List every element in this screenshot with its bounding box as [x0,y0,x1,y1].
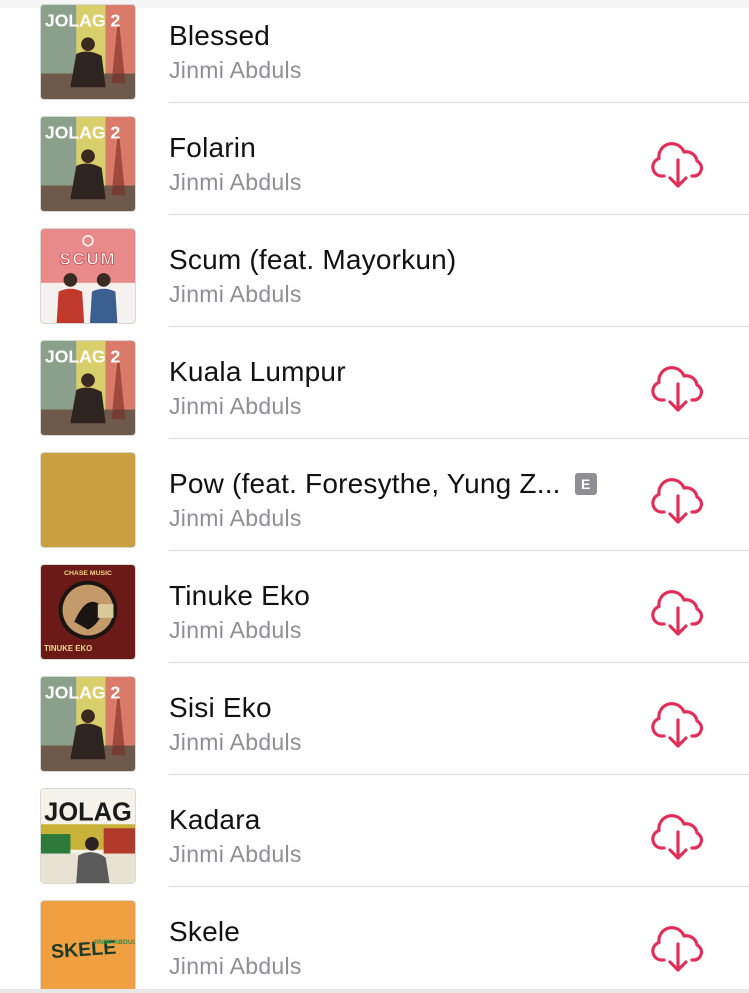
cloud-download-icon [651,590,704,636]
song-row[interactable]: JOLAG 2 Blessed Jinmi Abduls [0,0,749,103]
album-artwork[interactable]: JOLAG [40,788,136,884]
download-button[interactable] [650,812,706,862]
song-title-line: Scum (feat. Mayorkun) [169,243,456,277]
album-art-label: JOLAG 2 [45,347,121,367]
song-title: Pow (feat. Foresythe, Yung Z... [169,468,561,499]
album-art-label: JOLAG 2 [45,683,121,703]
download-button[interactable] [650,364,706,414]
song-title: Kuala Lumpur [169,356,346,387]
song-artist: Jinmi Abduls [169,169,302,195]
song-row[interactable]: JOLAG 2 Folarin Jinmi Abduls [0,103,749,215]
album-art-gold [41,453,135,547]
song-artist: Jinmi Abduls [169,841,302,867]
song-artist: Jinmi Abduls [169,953,302,979]
song-row[interactable]: Pow (feat. Foresythe, Yung Z... E Jinmi … [0,439,749,551]
cloud-download-icon [651,702,704,748]
song-title: Sisi Eko [169,692,272,723]
album-artwork[interactable]: CHASE MUSIC TINUKE EKO [40,564,136,660]
cloud-download-icon [651,478,704,524]
album-art-jolag-2: JOLAG 2 [41,5,135,99]
song-title-line: Pow (feat. Foresythe, Yung Z... E [169,467,597,501]
album-art-label: JOLAG [44,798,132,826]
song-title: Blessed [169,20,271,51]
album-art-scum: SCUM [41,229,135,323]
song-title: Scum (feat. Mayorkun) [169,244,457,275]
album-artwork[interactable]: JOLAG 2 [40,676,136,772]
album-art-jolag: JOLAG [41,789,135,883]
album-artwork[interactable]: JOLAG 2 [40,340,136,436]
explicit-badge: E [574,473,597,495]
album-art-label: SCUM [60,249,117,268]
song-title: Folarin [169,132,256,163]
album-art-sublabel: JINMI ABDULS [93,939,135,946]
cloud-download-icon [651,926,704,972]
album-artwork[interactable]: SCUM [40,228,136,324]
album-art-jolag-2: JOLAG 2 [41,117,135,211]
download-button[interactable] [650,924,706,974]
song-artist: Jinmi Abduls [169,57,302,83]
song-title: Skele [169,916,241,947]
album-art-jolag-2: JOLAG 2 [41,677,135,771]
cloud-download-icon [651,814,704,860]
album-art-tinuke-eko: CHASE MUSIC TINUKE EKO [41,565,135,659]
download-button[interactable] [650,140,706,190]
cloud-download-icon [651,142,704,188]
album-art-label: JOLAG 2 [45,123,121,143]
song-title: Kadara [169,804,261,835]
download-button[interactable] [650,476,706,526]
song-artist: Jinmi Abduls [169,393,302,419]
song-title-line: Kuala Lumpur [169,355,346,389]
album-artwork[interactable]: JOLAG 2 [40,4,136,100]
album-artwork[interactable]: JOLAG 2 [40,116,136,212]
song-list: JOLAG 2 Blessed Jinmi Abduls JOLAG 2 Fol… [0,0,749,993]
album-art-sublabel: CHASE MUSIC [64,570,112,577]
song-row[interactable]: JOLAG Kadara Jinmi Abduls [0,775,749,887]
album-artwork[interactable]: SKELE JINMI ABDULS [40,900,136,993]
song-title-line: Folarin [169,131,256,165]
song-title-line: Blessed [169,19,270,53]
cloud-download-icon [651,366,704,412]
song-row[interactable]: SKELE JINMI ABDULS Skele Jinmi Abduls [0,887,749,993]
album-art-skele: SKELE JINMI ABDULS [41,901,135,993]
song-row[interactable]: JOLAG 2 Kuala Lumpur Jinmi Abduls [0,327,749,439]
download-button[interactable] [650,700,706,750]
song-artist: Jinmi Abduls [169,617,302,643]
album-art-label: TINUKE EKO [44,644,92,653]
song-title-line: Tinuke Eko [169,579,310,613]
song-title: Tinuke Eko [169,580,311,611]
song-artist: Jinmi Abduls [169,505,302,531]
album-art-label: JOLAG 2 [45,11,121,31]
song-row[interactable]: CHASE MUSIC TINUKE EKO Tinuke Eko Jinmi … [0,551,749,663]
song-title-line: Kadara [169,803,261,837]
download-button[interactable] [650,588,706,638]
song-row[interactable]: SCUM Scum (feat. Mayorkun) Jinmi Abduls [0,215,749,327]
album-artwork[interactable] [40,452,136,548]
song-title-line: Skele [169,915,240,949]
song-artist: Jinmi Abduls [169,281,302,307]
bottom-edge [0,989,749,993]
song-title-line: Sisi Eko [169,691,272,725]
album-art-jolag-2: JOLAG 2 [41,341,135,435]
song-row[interactable]: JOLAG 2 Sisi Eko Jinmi Abduls [0,663,749,775]
song-artist: Jinmi Abduls [169,729,302,755]
